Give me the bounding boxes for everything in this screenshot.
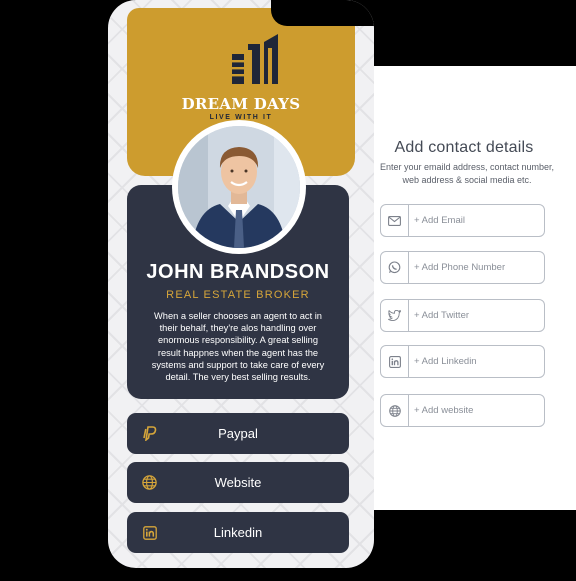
add-website-label: + Add website — [414, 405, 474, 416]
paypal-label: Paypal — [218, 426, 258, 441]
phone-mockup: DREAM DAYS LIVE WITH IT JOHN BRANDSON RE… — [108, 0, 374, 568]
building-logo-icon — [230, 34, 280, 91]
linkedin-label: Linkedin — [213, 525, 263, 540]
add-linkedin-field[interactable]: + Add Linkedin — [380, 345, 545, 378]
linkedin-icon — [381, 346, 409, 377]
contact-details-panel: Add contact details Enter your emaild ad… — [357, 66, 576, 510]
phone-notch — [271, 0, 374, 26]
panel-subtitle: Enter your emaild address, contact numbe… — [379, 162, 555, 185]
add-twitter-label: + Add Twitter — [414, 310, 470, 321]
linkedin-link-button[interactable]: Linkedin — [127, 512, 349, 553]
add-email-field[interactable]: + Add Email — [380, 204, 545, 237]
profile-bio: When a seller chooses an agent to act in… — [151, 311, 325, 383]
profile-photo — [178, 126, 300, 248]
brand-name: DREAM DAYS — [181, 95, 301, 113]
add-website-field[interactable]: + Add website — [380, 394, 545, 427]
add-email-label: + Add Email — [414, 215, 465, 226]
profile-name: JOHN BRANDSON — [146, 261, 330, 283]
paypal-link-button[interactable]: Paypal — [127, 413, 349, 454]
add-phone-field[interactable]: + Add Phone Number — [380, 251, 545, 284]
whatsapp-icon — [381, 252, 409, 283]
globe-icon — [381, 395, 409, 426]
profile-title: REAL ESTATE BROKER — [166, 289, 310, 301]
avatar — [172, 120, 306, 254]
website-link-button[interactable]: Website — [127, 462, 349, 503]
twitter-icon — [381, 300, 409, 331]
add-linkedin-label: + Add Linkedin — [414, 356, 477, 367]
website-label: Website — [214, 475, 262, 490]
envelope-icon — [381, 205, 409, 236]
panel-title: Add contact details — [394, 139, 534, 156]
add-twitter-field[interactable]: + Add Twitter — [380, 299, 545, 332]
add-phone-label: + Add Phone Number — [414, 262, 506, 273]
